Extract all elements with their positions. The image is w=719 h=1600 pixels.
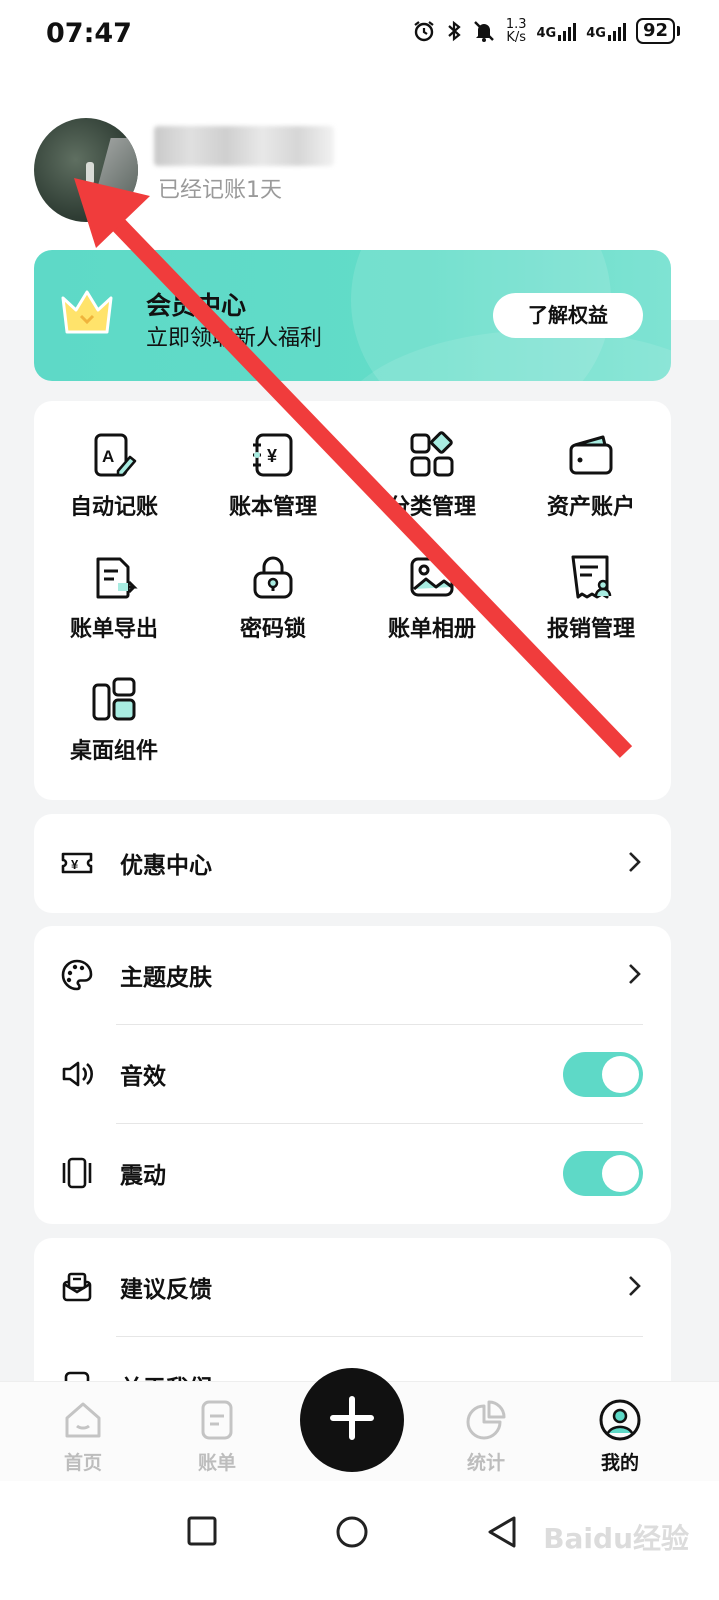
lock-icon bbox=[193, 553, 353, 601]
status-bar: 07:47 1.3 K/s 4G 4G 92 bbox=[0, 0, 719, 74]
svg-text:A: A bbox=[102, 447, 114, 466]
tool-album[interactable]: 账单相册 bbox=[352, 553, 512, 643]
feedback-row[interactable]: 建议反馈 bbox=[34, 1238, 671, 1337]
crown-icon bbox=[58, 286, 116, 342]
coupon-center-row[interactable]: ¥ 优惠中心 bbox=[34, 814, 671, 913]
net-speed: 1.3 K/s bbox=[506, 18, 527, 44]
tool-category[interactable]: 分类管理 bbox=[352, 431, 512, 521]
tool-label: 分类管理 bbox=[387, 495, 476, 520]
coupon-center-label: 优惠中心 bbox=[120, 853, 212, 879]
feedback-icon bbox=[60, 1270, 94, 1308]
theme-skin-label: 主题皮肤 bbox=[120, 965, 212, 991]
alarm-icon bbox=[412, 19, 436, 43]
speaker-icon bbox=[60, 1057, 94, 1095]
tab-label: 我的 bbox=[600, 1452, 639, 1474]
tool-label: 桌面组件 bbox=[69, 739, 158, 764]
palette-icon bbox=[60, 958, 94, 996]
avatar[interactable] bbox=[34, 118, 138, 222]
tab-mine[interactable]: 我的 bbox=[575, 1398, 665, 1475]
tab-bills[interactable]: 账单 bbox=[172, 1398, 262, 1475]
vibration-icon bbox=[60, 1156, 94, 1194]
auto-bookkeeping-icon: A bbox=[34, 431, 194, 479]
sim2-label: 4G bbox=[586, 26, 606, 41]
signal-bars-icon bbox=[607, 21, 626, 41]
signal-bars-icon bbox=[558, 21, 577, 41]
vibration-toggle[interactable] bbox=[563, 1151, 643, 1196]
recents-button[interactable] bbox=[186, 1515, 218, 1551]
tool-label: 账本管理 bbox=[228, 495, 317, 520]
vibration-row: 震动 bbox=[34, 1124, 671, 1223]
profile-header[interactable]: 已经记账1天 bbox=[34, 118, 634, 222]
battery-indicator: 92 bbox=[635, 18, 681, 44]
learn-benefits-button[interactable]: 了解权益 bbox=[493, 293, 643, 338]
status-time: 07:47 bbox=[46, 18, 132, 49]
home-icon bbox=[61, 1402, 105, 1446]
widget-icon bbox=[34, 675, 194, 723]
chevron-right-icon bbox=[627, 850, 641, 878]
add-record-button[interactable] bbox=[300, 1368, 404, 1472]
reimbursement-icon bbox=[511, 553, 671, 601]
coupon-icon: ¥ bbox=[60, 846, 94, 884]
album-icon bbox=[352, 553, 512, 601]
svg-text:¥: ¥ bbox=[71, 857, 79, 872]
tab-label: 首页 bbox=[63, 1452, 102, 1474]
signal-sim1: 4G bbox=[537, 21, 577, 41]
tool-auto-bookkeeping[interactable]: A 自动记账 bbox=[34, 431, 194, 521]
tools-grid: A 自动记账 ¥ 账本管理 分类管理 资产账户 账单导出 密码锁 账单相册 报销… bbox=[34, 401, 671, 800]
feedback-label: 建议反馈 bbox=[120, 1277, 212, 1303]
username-blurred bbox=[154, 126, 334, 166]
tool-password-lock[interactable]: 密码锁 bbox=[193, 553, 353, 643]
tool-ledger[interactable]: ¥ 账本管理 bbox=[193, 431, 353, 521]
bluetooth-icon bbox=[446, 19, 462, 43]
coupon-card: ¥ 优惠中心 bbox=[34, 814, 671, 913]
tool-label: 账单相册 bbox=[387, 617, 476, 642]
home-button[interactable] bbox=[335, 1515, 369, 1553]
signal-sim2: 4G bbox=[586, 21, 626, 41]
sound-toggle[interactable] bbox=[563, 1052, 643, 1097]
pie-chart-icon bbox=[464, 1400, 508, 1446]
tool-label: 报销管理 bbox=[546, 617, 635, 642]
tool-label: 密码锁 bbox=[239, 617, 306, 642]
vip-title: 会员中心 bbox=[146, 291, 247, 320]
sim1-label: 4G bbox=[536, 26, 557, 41]
net-speed-unit: K/s bbox=[506, 30, 526, 45]
category-icon bbox=[352, 431, 512, 479]
tab-label: 统计 bbox=[466, 1452, 505, 1474]
baidu-watermark: Baidu经验 bbox=[543, 1522, 689, 1555]
tool-label: 资产账户 bbox=[546, 495, 635, 520]
tool-reimbursement[interactable]: 报销管理 bbox=[511, 553, 671, 643]
plus-icon bbox=[327, 1393, 377, 1447]
tool-label: 账单导出 bbox=[69, 617, 158, 642]
vip-subtitle: 立即领取新人福利 bbox=[146, 326, 323, 351]
system-navigation-bar: Baidu经验 bbox=[0, 1481, 719, 1600]
tool-widget[interactable]: 桌面组件 bbox=[34, 675, 194, 765]
sound-label: 音效 bbox=[120, 1064, 166, 1090]
vip-banner[interactable]: 会员中心 立即领取新人福利 了解权益 bbox=[34, 250, 671, 381]
wallet-icon bbox=[511, 431, 671, 479]
export-icon bbox=[34, 553, 194, 601]
svg-text:¥: ¥ bbox=[267, 446, 277, 466]
status-icons: 1.3 K/s 4G 4G 92 bbox=[412, 18, 681, 44]
back-button[interactable] bbox=[486, 1515, 518, 1553]
tool-export[interactable]: 账单导出 bbox=[34, 553, 194, 643]
chevron-right-icon bbox=[627, 962, 641, 990]
chevron-right-icon bbox=[627, 1274, 641, 1302]
settings-card: 主题皮肤 音效 震动 bbox=[34, 926, 671, 1224]
tool-label: 自动记账 bbox=[69, 495, 158, 520]
theme-skin-row[interactable]: 主题皮肤 bbox=[34, 926, 671, 1025]
user-profile-icon bbox=[598, 1399, 642, 1446]
bill-icon bbox=[195, 1400, 239, 1446]
tool-wallet[interactable]: 资产账户 bbox=[511, 431, 671, 521]
tab-label: 账单 bbox=[197, 1452, 236, 1474]
ledger-icon: ¥ bbox=[193, 431, 353, 479]
vibration-label: 震动 bbox=[120, 1163, 166, 1189]
tab-statistics[interactable]: 统计 bbox=[441, 1398, 531, 1475]
mute-icon bbox=[472, 19, 496, 43]
sound-row: 音效 bbox=[34, 1025, 671, 1124]
tab-home[interactable]: 首页 bbox=[38, 1398, 128, 1475]
bookkeeping-days: 已经记账1天 bbox=[158, 178, 282, 203]
